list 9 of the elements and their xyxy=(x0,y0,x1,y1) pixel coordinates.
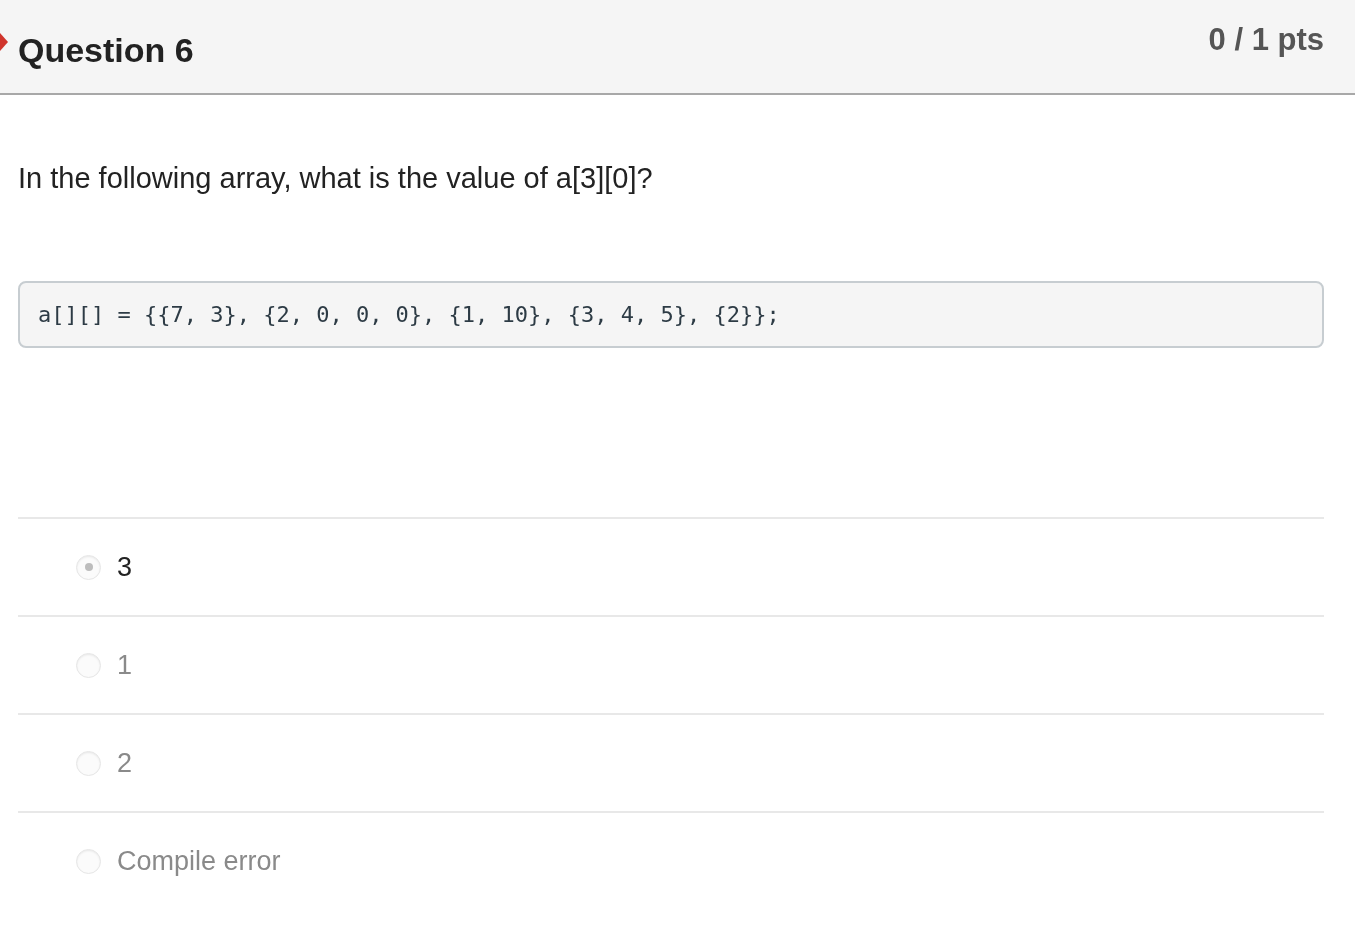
code-block: a[][] = {{7, 3}, {2, 0, 0, 0}, {1, 10}, {3, 4, 5}, {2}}; xyxy=(18,281,1324,348)
answer-label: 3 xyxy=(117,550,133,584)
answer-label: 2 xyxy=(117,746,133,780)
points-score: 0 / 1 pts xyxy=(1208,21,1324,59)
question-title: Question 6 xyxy=(18,30,194,71)
answer-label: 1 xyxy=(117,648,133,682)
radio-button[interactable] xyxy=(76,554,101,580)
answer-label: Compile error xyxy=(117,844,281,878)
question-text: In the following array, what is the value of a[3][0]? xyxy=(18,161,654,196)
